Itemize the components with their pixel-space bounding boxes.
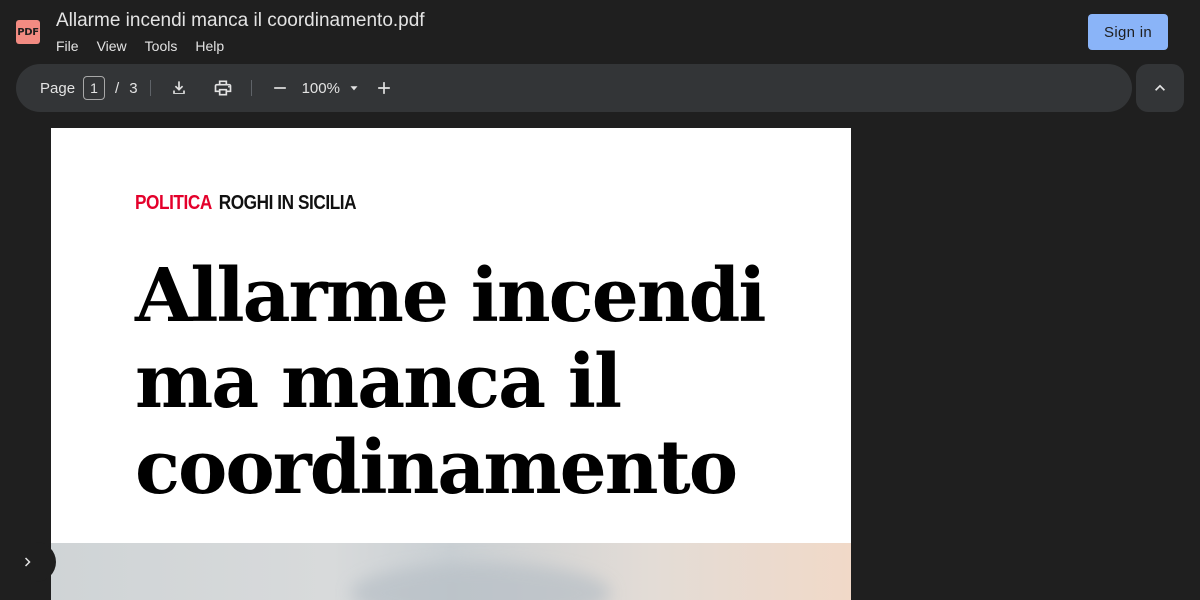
page-number-input[interactable]: 1 [83,76,106,100]
page-label: Page [40,79,76,97]
zoom-level[interactable]: 100% [302,80,340,97]
toolbar-divider [250,80,252,96]
page-separator: / [115,79,120,97]
sign-in-button[interactable]: Sign in [1088,14,1168,50]
document-title: Allarme incendi manca il coordinamento.p… [56,10,425,31]
pdf-page: POLITICA ROGHI IN SICILIA Allarme incendi… [51,128,851,600]
pdf-app-icon: PDF [16,20,40,44]
dropdown-arrow-icon[interactable] [344,78,364,98]
photo-smoke [351,563,611,600]
zoom-in-icon[interactable] [368,72,400,104]
article-photo [51,543,851,600]
kicker-topic: ROGHI IN SICILIA [218,192,357,214]
menu-tools[interactable]: Tools [145,38,178,54]
chevron-up-icon [1155,84,1165,91]
menu-file[interactable]: File [56,38,79,54]
article-kicker: POLITICA ROGHI IN SICILIA [135,192,357,215]
sidebar-toggle-button[interactable] [0,542,56,582]
collapse-toolbar-button[interactable] [1136,64,1184,112]
chevron-right-icon [25,557,31,567]
pdf-toolbar: Page 1 / 3 100% [16,64,1132,112]
download-icon[interactable] [163,72,195,104]
menu-bar: File View Tools Help [56,38,224,54]
zoom-out-icon[interactable] [264,72,296,104]
menu-view[interactable]: View [97,38,127,54]
kicker-section: POLITICA [135,192,212,214]
toolbar-divider [149,80,151,96]
article-headline: Allarme incendi ma manca il coordinament… [135,253,766,511]
page-total: 3 [129,79,138,97]
print-icon[interactable] [207,72,239,104]
menu-help[interactable]: Help [195,38,224,54]
